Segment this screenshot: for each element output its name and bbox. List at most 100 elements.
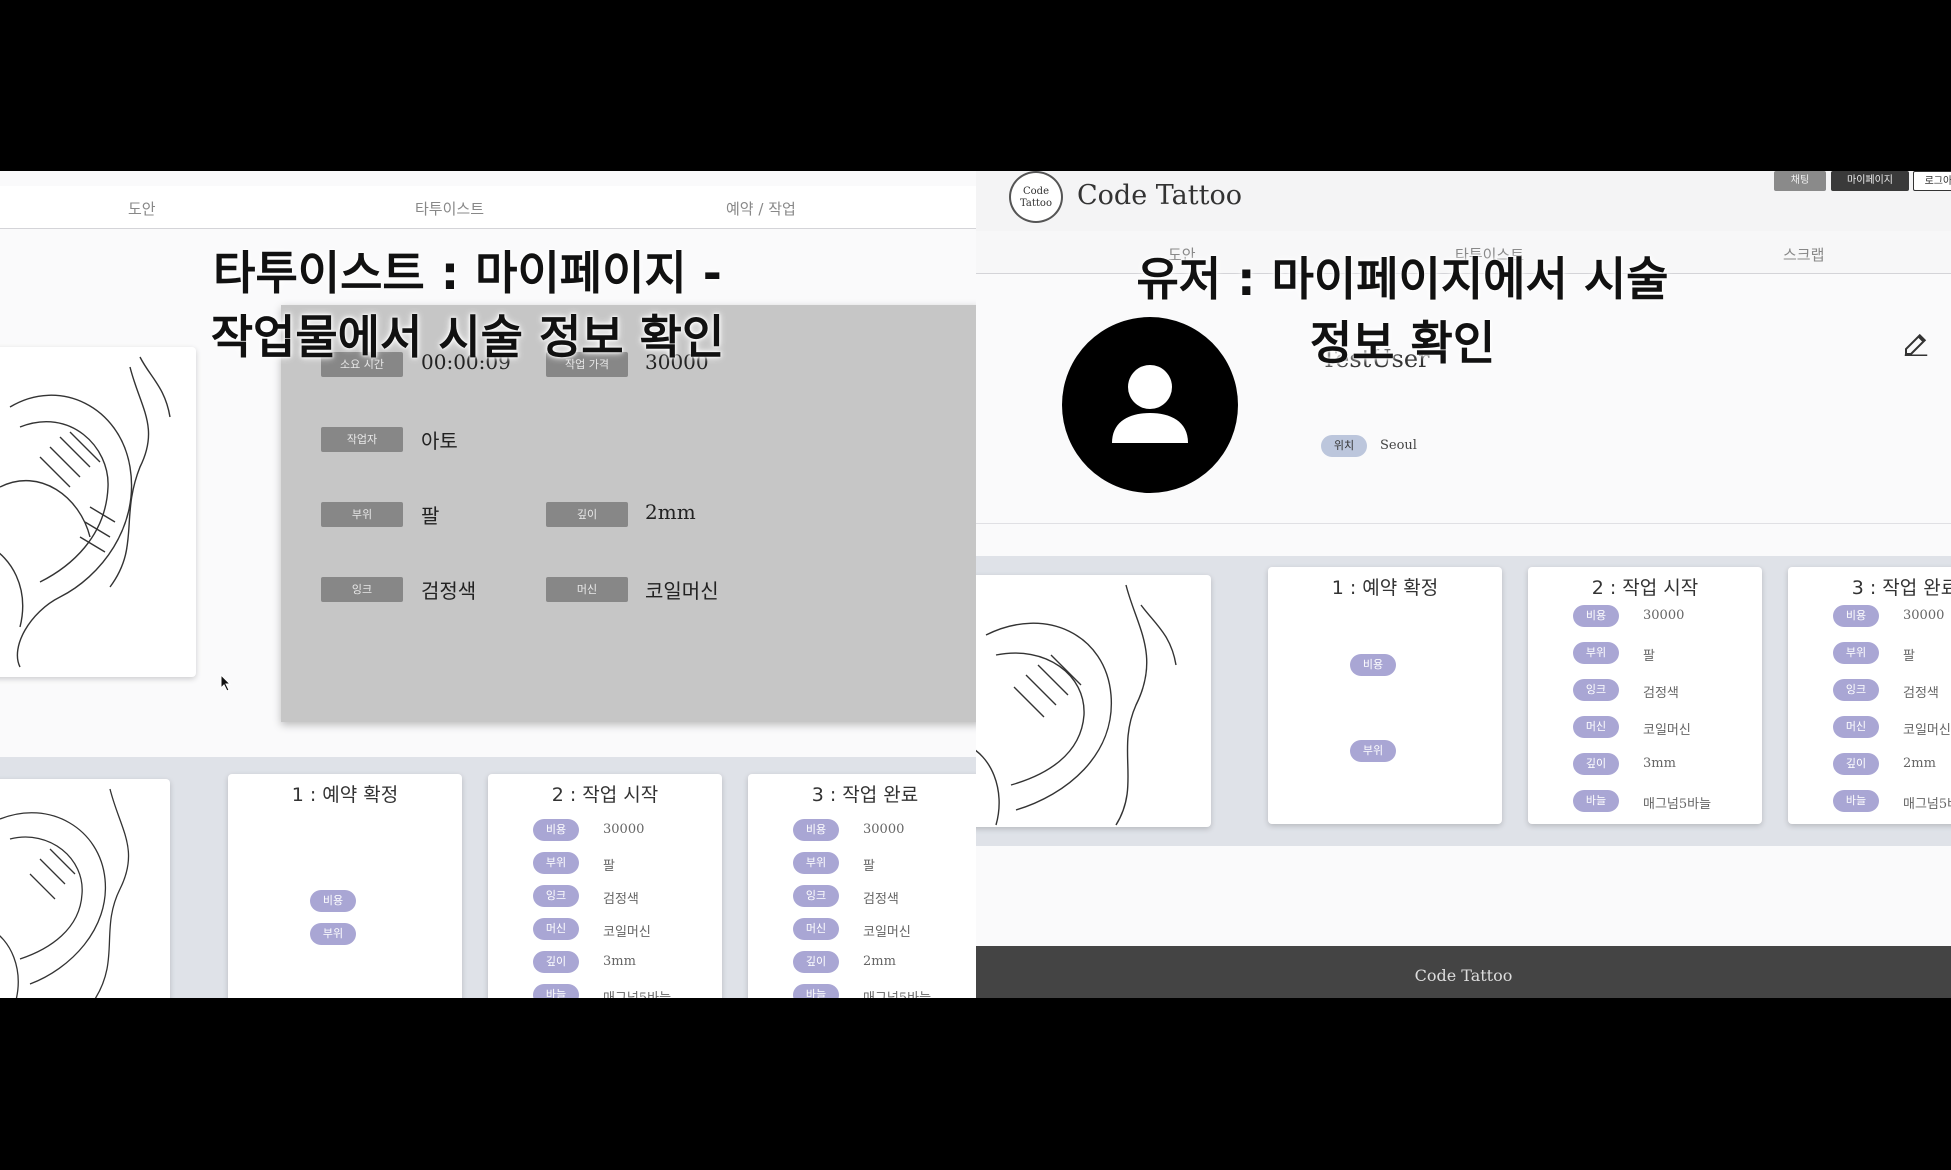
site-header: Code Tattoo Code Tattoo 채팅 마이페이지 로그아웃	[976, 171, 1951, 231]
part-pill: 부위	[1350, 740, 1396, 762]
part-value: 팔	[1903, 649, 1915, 664]
ink-value: 검정색	[603, 892, 639, 907]
part-pill: 부위	[1833, 642, 1879, 664]
reservation-confirmed-card[interactable]: 1 : 예약 확정 비용 부위	[228, 774, 462, 998]
depth-pill: 깊이	[533, 951, 579, 973]
part-pill: 부위	[310, 923, 356, 945]
depth-pill: 깊이	[1833, 753, 1879, 775]
cost-pill: 비용	[310, 890, 356, 912]
needle-value: 매그넘5바늘	[1903, 797, 1951, 812]
work-completed-card[interactable]: 3 : 작업 완료 비용 30000 부위 팔 잉크 검정색 머신 코일머신 깊…	[1788, 567, 1951, 824]
nav-item-reservations[interactable]: 예약 / 작업	[726, 198, 796, 219]
needle-value: 매그넘5바늘	[863, 987, 931, 998]
part-value: 팔	[421, 504, 440, 528]
machine-value: 코일머신	[1643, 723, 1691, 738]
caption-line-2: 정보 확인	[1309, 316, 1496, 370]
logout-button[interactable]: 로그아웃	[1913, 171, 1951, 191]
reservation-card-strip: 1 : 예약 확정 비용 부위 2 : 작업 시작 비용 30000 부위 팔 …	[0, 757, 976, 998]
part-pill: 부위	[1573, 642, 1619, 664]
part-tag: 부위	[321, 502, 403, 527]
logo-badge[interactable]: Code Tattoo	[1009, 171, 1063, 223]
depth-pill: 깊이	[1573, 753, 1619, 775]
ink-tag: 잉크	[321, 577, 403, 602]
koi-fish-thumbnail	[0, 788, 130, 998]
machine-pill: 머신	[1833, 716, 1879, 738]
cost-pill: 비용	[1833, 605, 1879, 627]
logo-text: Code Tattoo	[1020, 186, 1052, 209]
depth-value: 2mm	[645, 500, 696, 524]
machine-tag: 머신	[546, 577, 628, 602]
work-image	[0, 347, 196, 677]
machine-pill: 머신	[793, 918, 839, 940]
koi-fish-thumbnail	[976, 584, 1177, 826]
depth-value: 2mm	[1903, 756, 1936, 771]
reservation-confirmed-card[interactable]: 1 : 예약 확정 비용 부위	[1268, 567, 1502, 824]
edit-profile-icon[interactable]	[1901, 329, 1931, 359]
machine-pill: 머신	[1573, 716, 1619, 738]
nav-item-designs[interactable]: 도안	[128, 198, 156, 219]
ink-value: 검정색	[1903, 686, 1939, 701]
needle-pill: 바늘	[1573, 790, 1619, 812]
divider	[976, 523, 1951, 524]
ink-value: 검정색	[1643, 686, 1679, 701]
ink-pill: 잉크	[1573, 679, 1619, 701]
chat-button[interactable]: 채팅	[1774, 171, 1826, 191]
caption-line-1: 타투이스트 : 마이페이지 -	[213, 246, 722, 300]
ink-value: 검정색	[863, 892, 899, 907]
customer-value: 아토	[421, 429, 458, 453]
reservation-card-strip: 1 : 예약 확정 비용 부위 2 : 작업 시작 비용 30000 부위 팔 …	[976, 556, 1951, 846]
machine-value: 코일머신	[863, 925, 911, 940]
needle-value: 매그넘5바늘	[1643, 797, 1712, 812]
cost-value: 30000	[1643, 608, 1685, 623]
location-pill: 위치	[1321, 435, 1367, 457]
machine-value: 코일머신	[603, 925, 651, 940]
ink-pill: 잉크	[1833, 679, 1879, 701]
machine-value: 코일머신	[645, 579, 719, 603]
user-mypage-panel: Code Tattoo Code Tattoo 채팅 마이페이지 로그아웃 도안…	[976, 171, 1951, 998]
depth-tag: 깊이	[546, 502, 628, 527]
cost-pill: 비용	[533, 819, 579, 841]
site-footer: Code Tattoo	[976, 946, 1951, 998]
depth-value: 2mm	[863, 954, 896, 969]
cost-value: 30000	[863, 822, 905, 837]
location-value: Seoul	[1380, 438, 1417, 453]
card-title: 1 : 예약 확정	[291, 784, 399, 806]
depth-pill: 깊이	[793, 951, 839, 973]
top-nav: 도안 타투이스트 예약 / 작업	[0, 186, 976, 229]
depth-value: 3mm	[603, 954, 636, 969]
work-completed-card[interactable]: 3 : 작업 완료 비용 30000 부위 팔 잉크 검정색 머신 코일머신 깊…	[748, 774, 976, 998]
needle-pill: 바늘	[533, 984, 579, 998]
machine-value: 코일머신	[1903, 723, 1951, 738]
cost-value: 30000	[1903, 608, 1945, 623]
customer-tag: 작업자	[321, 427, 403, 452]
ink-pill: 잉크	[533, 885, 579, 907]
part-value: 팔	[863, 859, 875, 874]
brand-name[interactable]: Code Tattoo	[1077, 180, 1242, 211]
footer-brand: Code Tattoo	[1414, 966, 1513, 985]
part-pill: 부위	[793, 852, 839, 874]
nav-item-tattooists[interactable]: 타투이스트	[415, 198, 484, 219]
tattooist-mypage-panel: 도안 타투이스트 예약 / 작업 소요 시간 00:00:09 작업 가격 30…	[0, 171, 976, 998]
needle-pill: 바늘	[1833, 790, 1879, 812]
reservation-image	[0, 779, 170, 998]
ink-value: 검정색	[421, 579, 477, 603]
needle-value: 매그넘5바늘	[603, 987, 671, 998]
koi-fish-drawing	[0, 356, 171, 668]
cost-pill: 비용	[793, 819, 839, 841]
machine-pill: 머신	[533, 918, 579, 940]
cost-value: 30000	[603, 822, 645, 837]
reservation-image	[976, 575, 1211, 827]
work-started-card[interactable]: 2 : 작업 시작 비용 30000 부위 팔 잉크 검정색 머신 코일머신 깊…	[488, 774, 722, 998]
card-title: 3 : 작업 완료	[811, 784, 919, 806]
caption-line-2: 작업물에서 시술 정보 확인	[210, 310, 725, 364]
work-started-card[interactable]: 2 : 작업 시작 비용 30000 부위 팔 잉크 검정색 머신 코일머신 깊…	[1528, 567, 1762, 824]
card-title: 3 : 작업 완료	[1851, 577, 1951, 599]
part-value: 팔	[1643, 649, 1655, 664]
part-value: 팔	[603, 859, 615, 874]
card-title: 1 : 예약 확정	[1331, 577, 1439, 599]
needle-pill: 바늘	[793, 984, 839, 998]
cost-pill: 비용	[1573, 605, 1619, 627]
mouse-cursor-icon	[220, 674, 232, 692]
mypage-button[interactable]: 마이페이지	[1831, 171, 1909, 191]
part-pill: 부위	[533, 852, 579, 874]
